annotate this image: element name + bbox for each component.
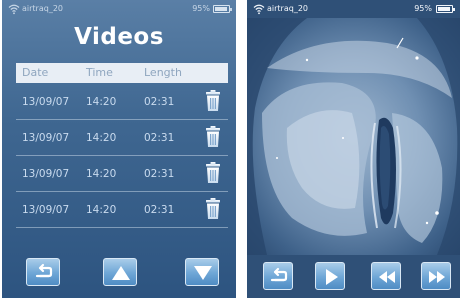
status-bar: airtraq_20 95% — [247, 0, 460, 18]
laryngoscope-image — [247, 18, 460, 255]
playback-screen: airtraq_20 95% — [247, 0, 460, 298]
column-header-time[interactable]: Time — [86, 66, 113, 79]
video-time: 14:20 — [86, 204, 117, 216]
network-name: airtraq_20 — [22, 4, 63, 13]
video-time: 14:20 — [86, 132, 117, 144]
trash-icon[interactable] — [204, 198, 222, 220]
video-time: 14:20 — [86, 168, 117, 180]
video-row[interactable]: 13/09/07 14:20 02:31 — [16, 84, 228, 120]
video-length: 02:31 — [144, 132, 175, 144]
video-length: 02:31 — [144, 96, 175, 108]
back-button[interactable] — [263, 262, 293, 290]
battery-level — [438, 7, 450, 11]
video-length: 02:31 — [144, 168, 175, 180]
video-date: 13/09/07 — [22, 132, 70, 144]
back-icon — [270, 267, 288, 282]
scroll-up-button[interactable] — [103, 258, 137, 286]
trash-icon[interactable] — [204, 162, 222, 184]
video-row[interactable]: 13/09/07 14:20 02:31 — [16, 120, 228, 156]
trash-icon[interactable] — [204, 90, 222, 112]
playback-toolbar — [247, 255, 460, 298]
rewind-icon — [379, 271, 395, 283]
battery-percentage: 95% — [414, 4, 432, 13]
video-time: 14:20 — [86, 96, 117, 108]
battery-icon — [213, 5, 232, 13]
trash-icon[interactable] — [204, 126, 222, 148]
status-bar: airtraq_20 95% — [2, 0, 236, 18]
video-row[interactable]: 13/09/07 14:20 02:31 — [16, 192, 228, 228]
rewind-button[interactable] — [371, 262, 401, 290]
video-frame — [247, 18, 460, 255]
back-button[interactable] — [26, 258, 60, 286]
back-icon — [35, 263, 53, 278]
video-row[interactable]: 13/09/07 14:20 02:31 — [16, 156, 228, 192]
play-button[interactable] — [315, 262, 345, 290]
wifi-icon — [253, 4, 265, 15]
up-arrow-icon — [112, 266, 130, 280]
column-header-date[interactable]: Date — [22, 66, 48, 79]
scroll-down-button[interactable] — [185, 258, 219, 286]
network-name: airtraq_20 — [267, 4, 308, 13]
play-icon — [326, 269, 338, 285]
battery-icon — [436, 5, 455, 13]
fast-forward-icon — [429, 271, 445, 283]
table-header: Date Time Length — [16, 63, 228, 83]
wifi-icon — [8, 4, 20, 15]
videos-screen: airtraq_20 95% Videos Date Time Length 1… — [2, 0, 236, 298]
column-header-length[interactable]: Length — [144, 66, 182, 79]
battery-level — [215, 7, 227, 11]
video-date: 13/09/07 — [22, 168, 70, 180]
page-title: Videos — [74, 24, 164, 50]
down-arrow-icon — [194, 266, 212, 280]
row-divider — [16, 227, 228, 228]
fast-forward-button[interactable] — [421, 262, 451, 290]
battery-percentage: 95% — [192, 4, 210, 13]
video-date: 13/09/07 — [22, 96, 70, 108]
video-length: 02:31 — [144, 204, 175, 216]
video-date: 13/09/07 — [22, 204, 70, 216]
